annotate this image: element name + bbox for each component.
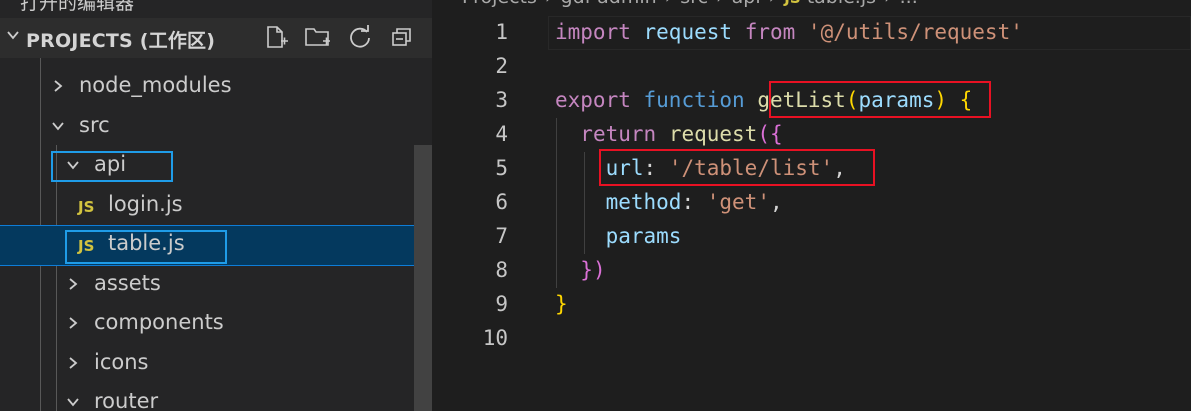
tree-item-login-js[interactable]: JS login.js xyxy=(0,187,432,226)
highlight-box-table-js xyxy=(65,230,227,264)
line-number: 7 xyxy=(495,224,508,248)
explorer-sidebar: 打开的编辑器 PROJECTS (工作区) node_modules src a… xyxy=(0,0,432,411)
breadcrumb-item[interactable]: src xyxy=(680,0,708,8)
tree-item-label: assets xyxy=(94,271,161,295)
section-actions xyxy=(262,23,416,53)
code-text: } xyxy=(555,292,568,316)
chevron-right-icon: › xyxy=(545,0,553,8)
refresh-icon[interactable] xyxy=(346,23,374,51)
tree-item-router[interactable]: router xyxy=(0,384,432,411)
tree-item-label: icons xyxy=(94,350,149,374)
breadcrumb-item[interactable]: Projects xyxy=(462,0,537,8)
highlight-box-api xyxy=(51,151,173,182)
projects-section-header[interactable]: PROJECTS (工作区) xyxy=(0,18,432,58)
code-line-6[interactable]: 6 method: 'get', xyxy=(432,186,1191,220)
new-folder-icon[interactable] xyxy=(304,23,332,51)
js-file-icon: JS xyxy=(78,198,95,216)
section-title: PROJECTS (工作区) xyxy=(26,30,216,52)
line-number: 1 xyxy=(495,20,508,44)
line-number: 4 xyxy=(495,122,508,146)
tree-item-assets[interactable]: assets xyxy=(0,266,432,305)
chevron-right-icon xyxy=(69,357,78,369)
code-line-8[interactable]: 8 }) xyxy=(432,254,1191,288)
line-number: 5 xyxy=(495,156,508,180)
breadcrumb-file[interactable]: table.js xyxy=(807,0,876,8)
line-number: 8 xyxy=(495,258,508,282)
new-file-icon[interactable] xyxy=(262,23,290,51)
chevron-right-icon: › xyxy=(769,0,777,8)
code-text: }) xyxy=(580,258,606,282)
code-text: import request from '@/utils/request' xyxy=(555,20,1023,44)
code-line-4[interactable]: 4 return request({ xyxy=(432,118,1191,152)
line-number: 2 xyxy=(495,54,508,78)
chevron-right-icon xyxy=(69,317,78,329)
code-line-9[interactable]: 9 } xyxy=(432,288,1191,322)
tree-item-node-modules[interactable]: node_modules xyxy=(0,68,432,107)
breadcrumb: Projects › gdf-admin › src › api › JS table.js ›.… xyxy=(462,0,918,8)
tree-item-label: node_modules xyxy=(79,73,232,97)
js-file-icon: JS xyxy=(784,0,800,7)
line-number: 3 xyxy=(495,88,508,112)
tree-item-label: login.js xyxy=(108,192,183,216)
tree-item-label: src xyxy=(79,113,110,137)
breadcrumb-more[interactable]: ... xyxy=(900,0,918,8)
chevron-down-icon xyxy=(52,122,64,131)
code-line-10[interactable]: 10 xyxy=(432,322,1191,356)
highlight-box-url xyxy=(599,149,875,186)
breadcrumb-item[interactable]: api xyxy=(732,0,761,8)
line-number: 10 xyxy=(482,326,508,350)
code-text: method: 'get', xyxy=(605,190,783,214)
code-text: params xyxy=(605,224,682,248)
code-editor[interactable]: Projects › gdf-admin › src › api › JS table.js ›.… xyxy=(432,0,1191,411)
tree-item-src[interactable]: src xyxy=(0,108,432,147)
chevron-right-icon xyxy=(54,80,63,92)
tree-item-label: components xyxy=(94,310,224,334)
collapse-all-icon[interactable] xyxy=(388,23,416,51)
chevron-down-icon xyxy=(67,398,79,407)
chevron-down-icon xyxy=(7,31,19,40)
tree-item-components[interactable]: components xyxy=(0,305,432,344)
line-number: 6 xyxy=(495,190,508,214)
chevron-right-icon: › xyxy=(665,0,673,8)
code-line-7[interactable]: 7 params xyxy=(432,220,1191,254)
line-number: 9 xyxy=(495,292,508,316)
chevron-right-icon: › xyxy=(884,0,892,8)
tree-item-label: router xyxy=(94,389,159,411)
breadcrumb-item[interactable]: gdf-admin xyxy=(561,0,657,8)
sidebar-scrollbar[interactable] xyxy=(414,145,432,411)
chevron-right-icon: › xyxy=(716,0,724,8)
code-line-1[interactable]: 1 import request from '@/utils/request' xyxy=(432,16,1191,50)
code-line-2[interactable]: 2 xyxy=(432,50,1191,84)
code-text: return request({ xyxy=(580,122,783,146)
tree-item-icons[interactable]: icons xyxy=(0,345,432,384)
chevron-right-icon xyxy=(69,278,78,290)
highlight-box-getlist xyxy=(769,81,991,118)
open-editors-header[interactable]: 打开的编辑器 xyxy=(20,0,134,15)
